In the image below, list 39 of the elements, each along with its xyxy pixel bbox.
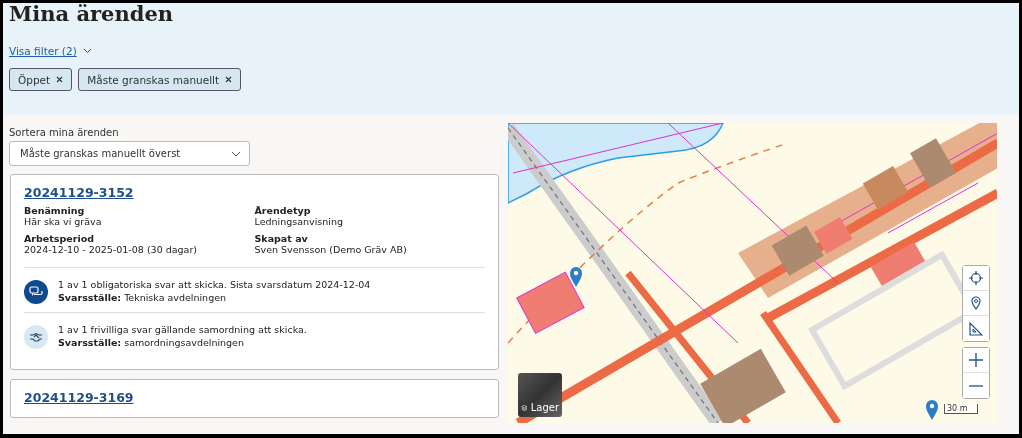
ruler-triangle-icon [969, 321, 983, 336]
layers-button[interactable]: Lager [518, 373, 562, 417]
close-icon [225, 76, 233, 83]
chevron-down-icon [82, 48, 92, 54]
field-value: Ledningsanvisning [254, 216, 344, 227]
case-number-link[interactable]: 20241129-3169 [24, 390, 134, 405]
field-value: 2024-12-10 - 2025-01-08 (30 dagar) [24, 244, 199, 255]
case-number-link[interactable]: 20241129-3152 [24, 185, 134, 200]
minus-icon [969, 384, 983, 387]
chevron-down-icon [231, 150, 241, 157]
reply-location-text: Svarsställe: samordningsavdelningen [58, 336, 245, 349]
zoom-in-button[interactable] [963, 348, 989, 373]
plus-icon [969, 353, 983, 367]
show-filter-link[interactable]: Visa filter (2) [9, 45, 77, 57]
filter-chip[interactable]: Öppet [9, 68, 73, 91]
sort-label: Sortera mina ärenden [9, 127, 120, 138]
map-drawing[interactable] [508, 123, 997, 423]
layers-icon [521, 403, 528, 413]
field-label: Arbetsperiod [24, 233, 95, 244]
notice-text: 1 av 1 frivilliga svar gällande samordning att skicka. [58, 324, 307, 337]
locate-button[interactable] [963, 266, 989, 291]
crosshair-icon [969, 271, 983, 285]
sort-dropdown[interactable]: Måste granskas manuellt överst [9, 141, 250, 166]
handshake-icon [24, 324, 48, 349]
page-title: Mina ärenden [9, 3, 175, 25]
map-marker-icon [925, 399, 939, 421]
reply-location-text: Svarsställe: Tekniska avdelningen [58, 291, 228, 304]
field-label: Ärendetyp [254, 205, 312, 216]
scale-bar: 30 m [944, 404, 978, 414]
field-value: Här ska vi gräva [24, 216, 103, 227]
field-value: Sven Svensson (Demo Gräv AB) [254, 244, 408, 255]
map-pin-icon [971, 296, 981, 310]
notice-text: 1 av 1 obligatoriska svar att skicka. Sista svarsdatum 2024-12-04 [58, 279, 371, 292]
close-icon [56, 76, 64, 83]
field-label: Skapat av [254, 233, 309, 244]
map-marker-icon [569, 266, 583, 288]
field-label: Benämning [24, 205, 86, 216]
chat-bubbles-icon [24, 279, 48, 304]
filter-chip[interactable]: Måste granskas manuellt [78, 68, 242, 91]
